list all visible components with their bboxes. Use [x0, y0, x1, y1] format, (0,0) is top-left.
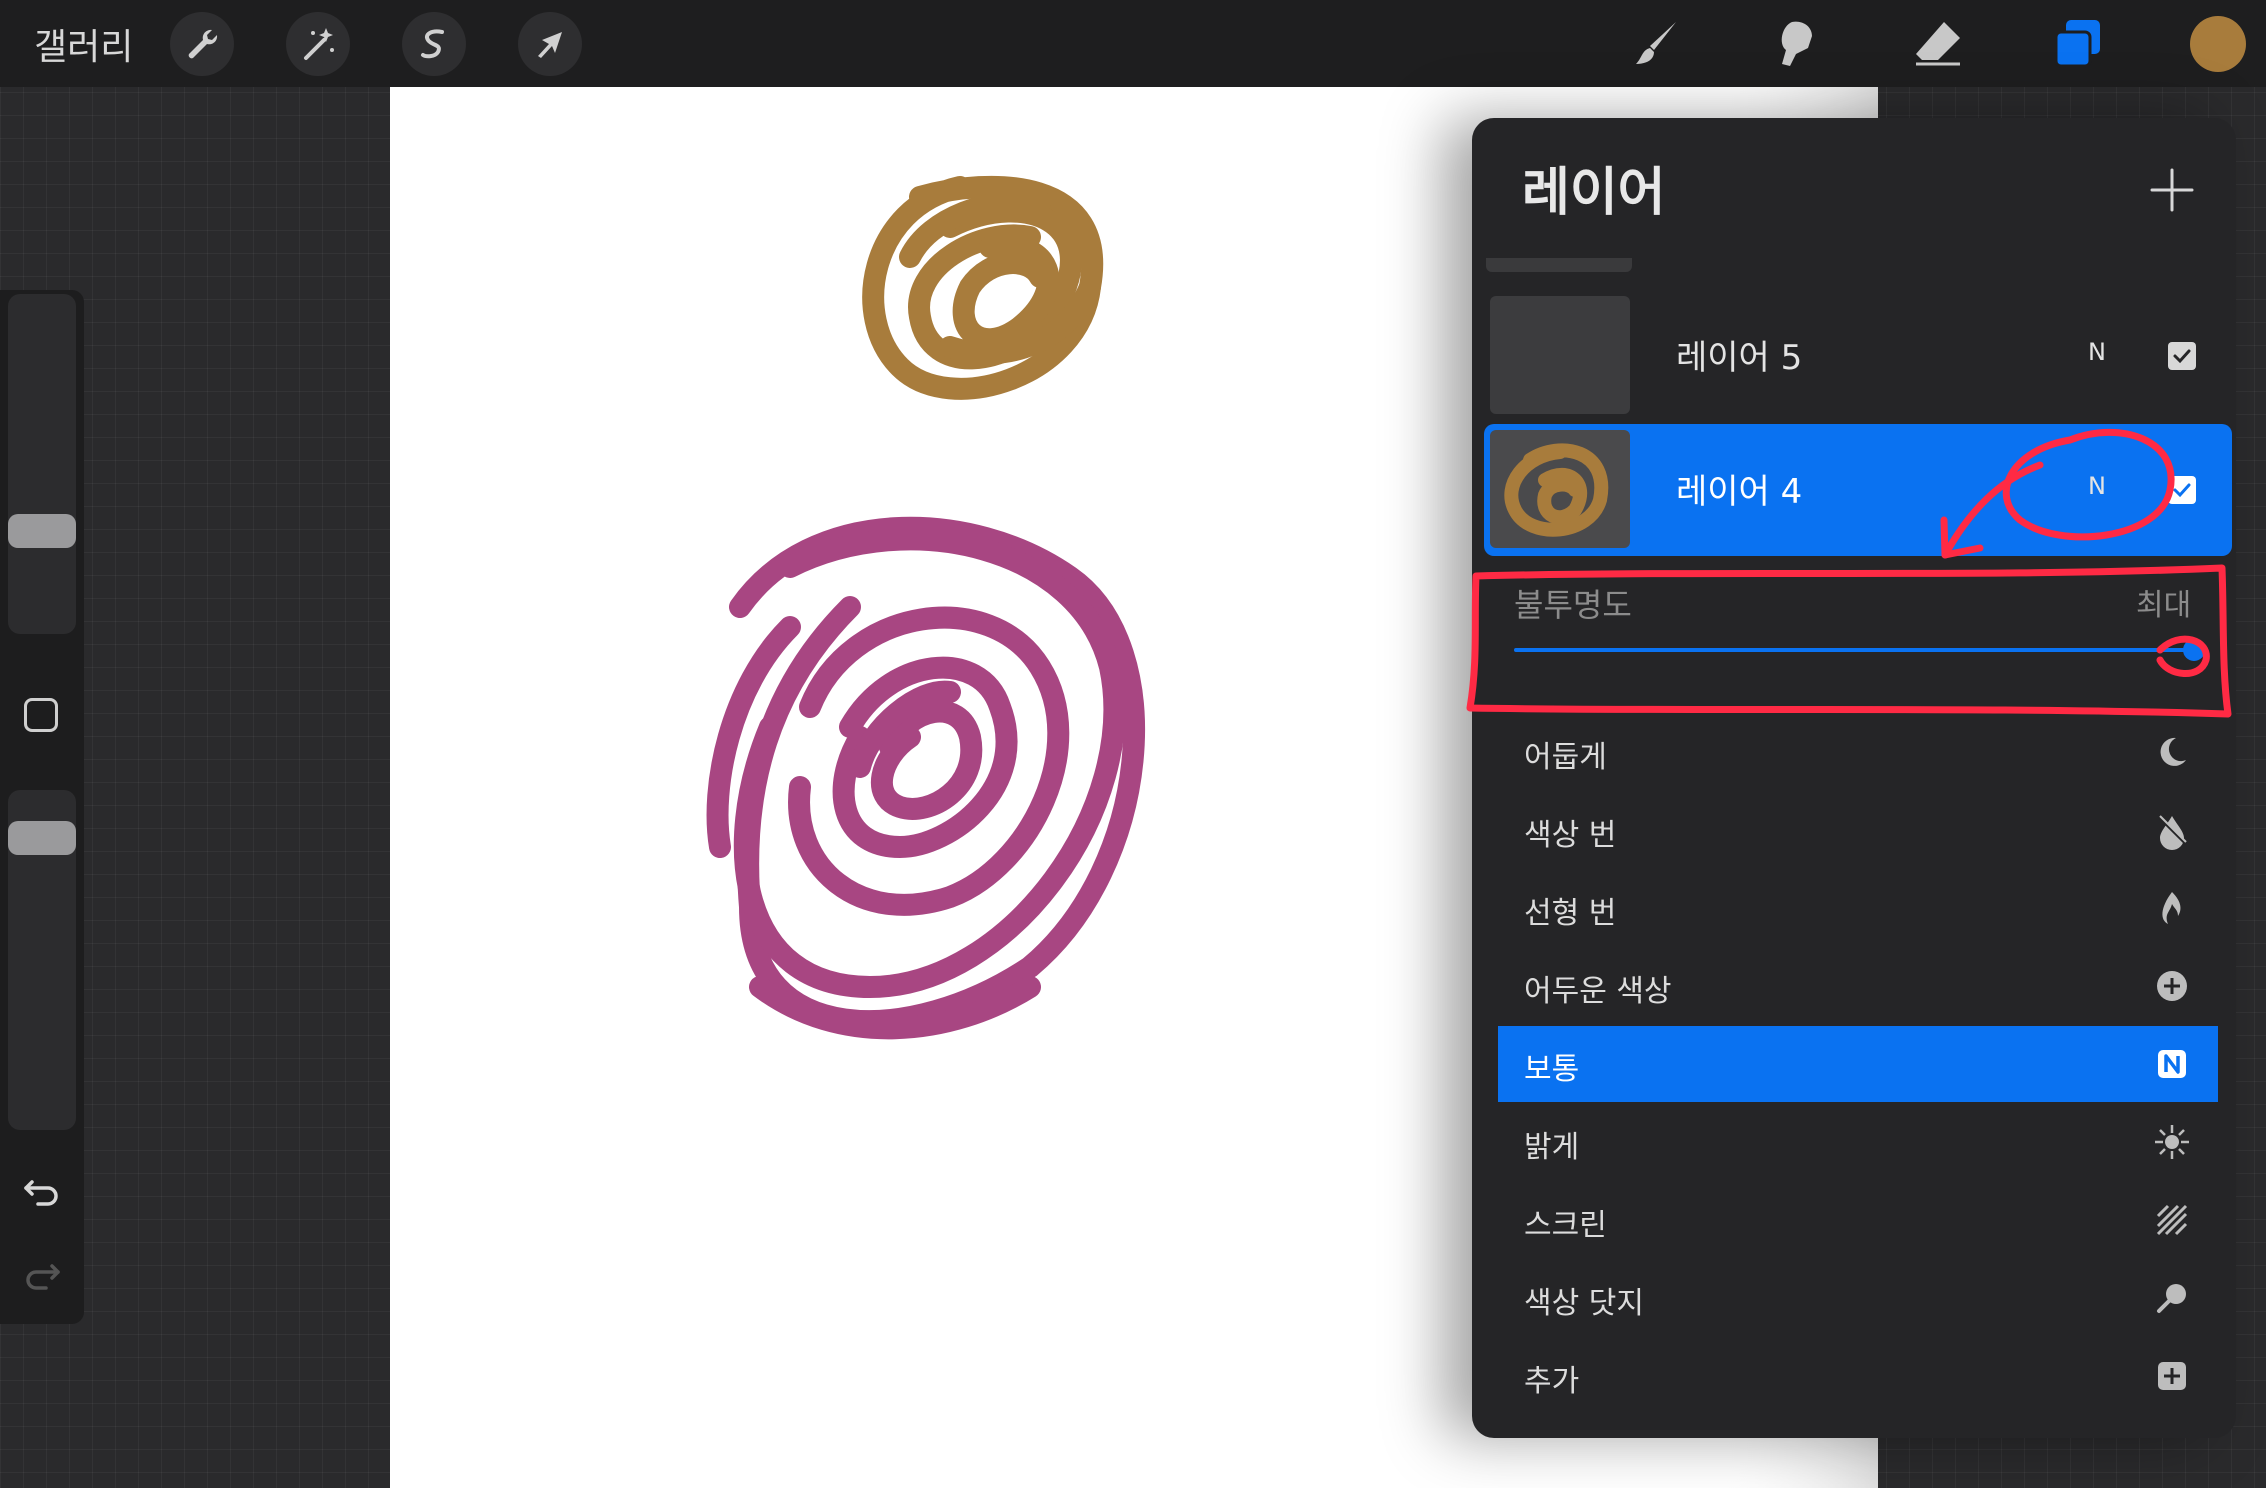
blend-mode-label: 어두운 색상 — [1524, 974, 1672, 1009]
blend-mode-list: 어둡게색상 번선형 번어두운 색상보통밝게스크린색상 닷지추가 — [1472, 118, 2236, 1438]
smudge-tool[interactable] — [1766, 14, 1830, 74]
moon-icon — [2160, 737, 2186, 766]
brush-icon — [1636, 22, 1676, 64]
adjustments-button[interactable] — [286, 12, 350, 76]
dodge-icon — [2157, 1284, 2186, 1313]
magenta-scribble-stroke — [706, 516, 1146, 1040]
eraser-icon — [1916, 22, 1960, 66]
blend-mode-item[interactable]: 추가 — [1498, 1338, 2218, 1414]
sun-icon — [2155, 1125, 2189, 1159]
layers-tool[interactable] — [2046, 14, 2110, 74]
blend-mode-label: 색상 번 — [1524, 818, 1617, 853]
left-sidebar — [0, 290, 84, 1324]
modify-button[interactable] — [24, 698, 58, 732]
color-picker-swatch[interactable] — [2190, 16, 2246, 72]
gold-scribble-stroke — [862, 175, 1104, 400]
magic-wand-icon — [304, 28, 334, 60]
eraser-tool[interactable] — [1906, 14, 1970, 74]
brush-tool[interactable] — [1626, 14, 1690, 74]
blend-mode-item[interactable]: 어둡게 — [1498, 714, 2218, 790]
blend-mode-item[interactable]: 색상 번 — [1498, 792, 2218, 868]
blend-mode-label: 추가 — [1524, 1364, 1580, 1399]
gallery-button[interactable]: 갤러리 — [34, 18, 133, 70]
blend-mode-item[interactable]: 어두운 색상 — [1498, 948, 2218, 1024]
actions-wrench-button[interactable] — [170, 12, 234, 76]
plus-circle-icon — [2157, 971, 2187, 1001]
blend-mode-label: 보통 — [1524, 1052, 1580, 1087]
undo-icon[interactable] — [20, 1168, 64, 1212]
blend-mode-label: 어둡게 — [1524, 740, 1607, 775]
arrow-cursor-icon — [538, 32, 562, 58]
selection-s-icon — [421, 29, 444, 59]
plus-box-icon — [2158, 1362, 2186, 1390]
redo-icon[interactable] — [20, 1252, 64, 1296]
blend-mode-label: 선형 번 — [1524, 896, 1617, 931]
burn-drop-icon — [2158, 815, 2188, 850]
hatched-square-icon — [2156, 1204, 2188, 1236]
blend-mode-item[interactable]: 선형 번 — [1498, 870, 2218, 946]
brush-size-slider[interactable] — [8, 294, 76, 634]
wrench-icon — [188, 29, 218, 59]
blend-mode-label: 밝게 — [1524, 1130, 1580, 1165]
selection-button[interactable] — [402, 12, 466, 76]
transform-button[interactable] — [518, 12, 582, 76]
blend-mode-item[interactable]: 보통 — [1498, 1026, 2218, 1102]
layers-icon — [2054, 20, 2100, 68]
brush-opacity-thumb[interactable] — [8, 820, 76, 855]
blend-mode-label: 스크린 — [1524, 1208, 1607, 1243]
blend-mode-item[interactable]: 밝게 — [1498, 1104, 2218, 1180]
layers-panel: 레이어 레이어 5 N 레이어 4 N 불투명도 최대 어둡게 색상 번 선형 … — [1472, 118, 2236, 1438]
blend-mode-item[interactable]: 스크린 — [1498, 1182, 2218, 1258]
flame-icon — [2162, 892, 2181, 924]
brush-size-thumb[interactable] — [8, 514, 76, 549]
top-toolbar: 갤러리 — [0, 0, 2266, 87]
smudge-icon — [1781, 21, 1812, 66]
blend-mode-label: 색상 닷지 — [1524, 1286, 1644, 1321]
n-box-icon — [2158, 1050, 2186, 1078]
blend-mode-item[interactable]: 색상 닷지 — [1498, 1260, 2218, 1336]
